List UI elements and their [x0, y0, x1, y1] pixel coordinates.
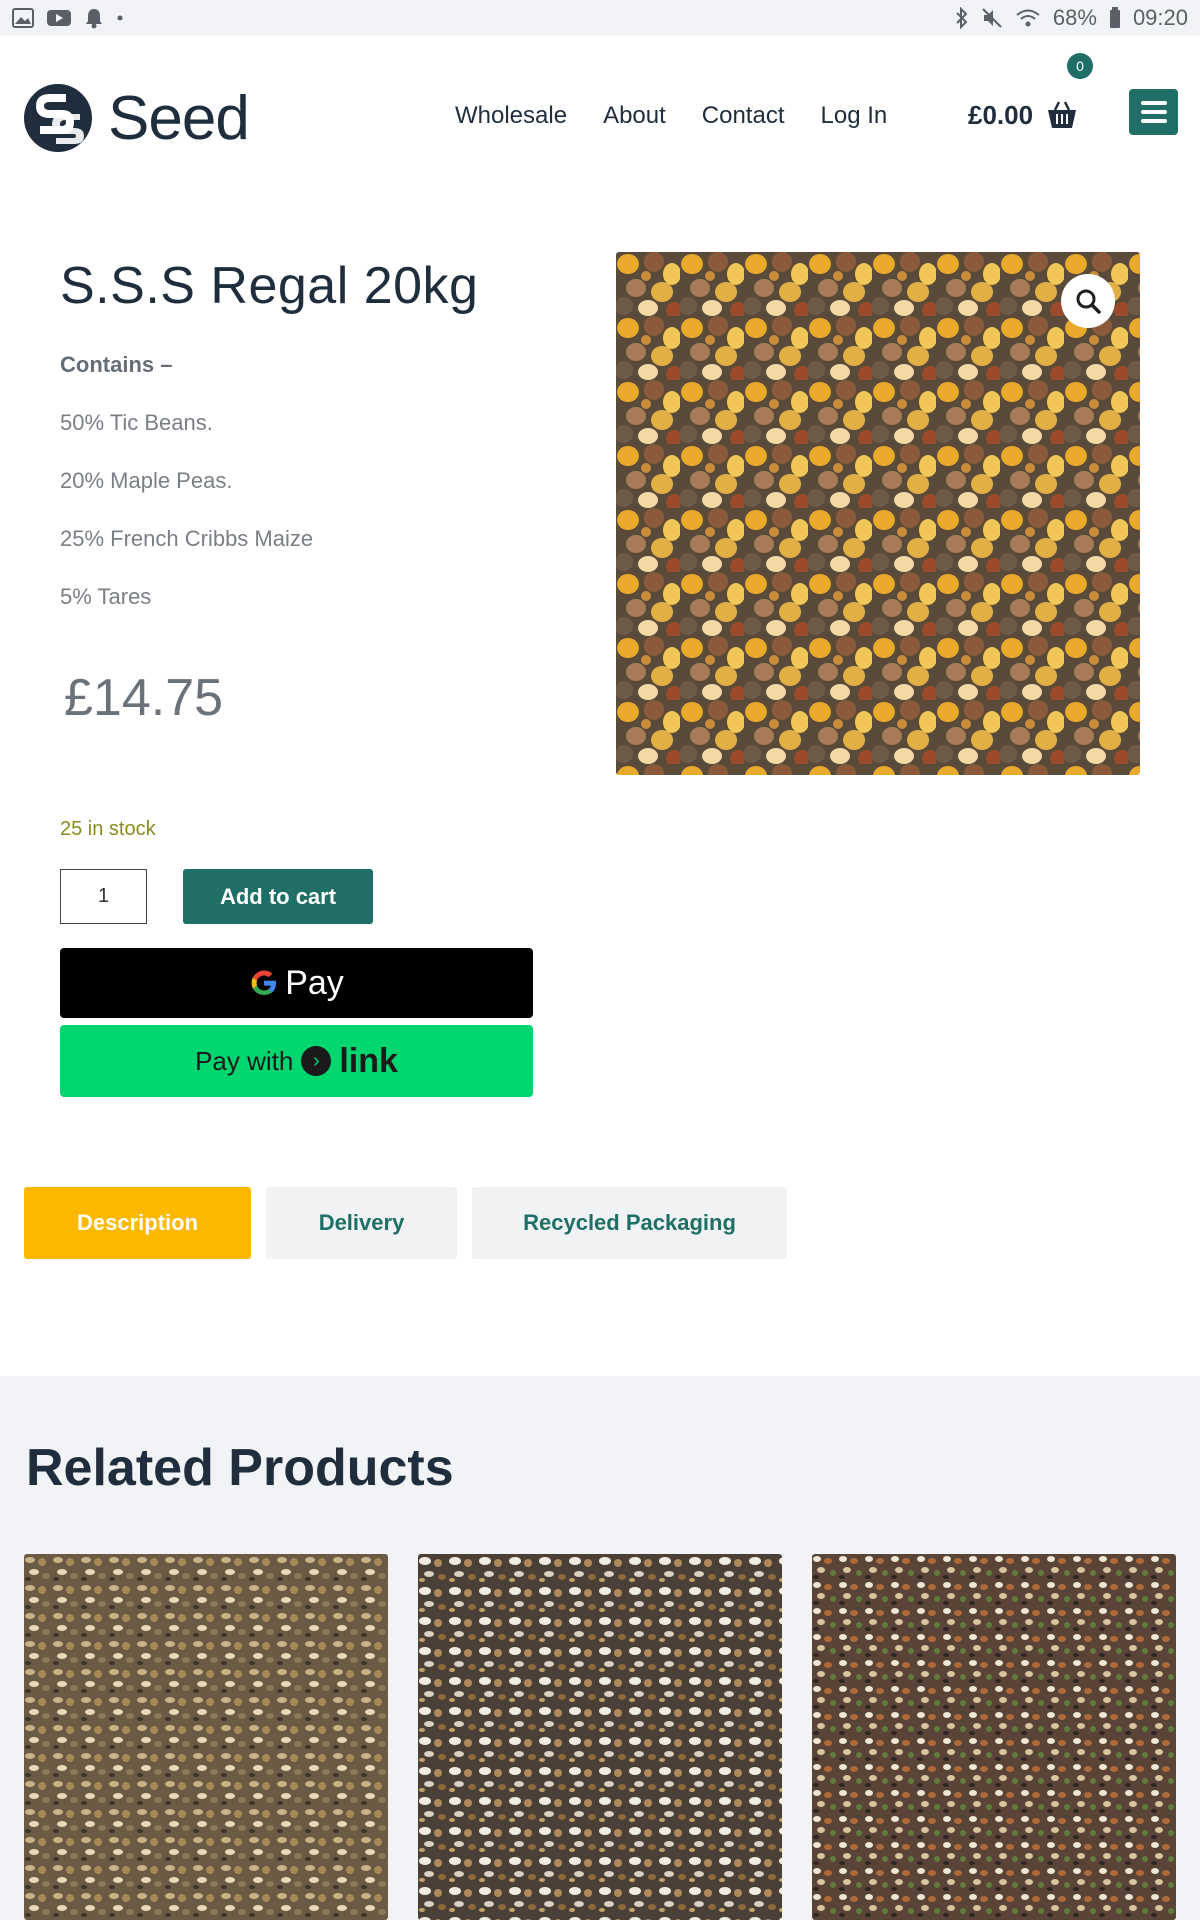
battery-icon [1109, 7, 1121, 29]
related-product-image[interactable] [418, 1554, 782, 1920]
link-arrow-icon: › [301, 1046, 332, 1076]
menu-line-icon [1140, 119, 1167, 123]
ingredient-item: 50% Tic Beans. [60, 410, 213, 435]
product-image[interactable] [616, 252, 1140, 775]
nav-contact[interactable]: Contact [702, 102, 785, 130]
related-product-image[interactable] [24, 1554, 388, 1920]
menu-line-icon [1140, 101, 1167, 105]
tab-description[interactable]: Description [24, 1187, 251, 1259]
link-brand-label: link [339, 1041, 398, 1080]
related-products-section: Related Products [0, 1376, 1200, 1920]
related-title: Related Products [26, 1438, 454, 1498]
google-pay-button[interactable]: Pay [60, 948, 533, 1018]
logo-text: Seed [108, 83, 250, 153]
related-title-bold: Products [228, 1439, 454, 1497]
image-icon [12, 8, 34, 28]
menu-line-icon [1140, 110, 1167, 114]
logo-mark-icon [24, 84, 92, 152]
gpay-label: Pay [285, 963, 344, 1002]
mute-icon [981, 7, 1003, 29]
dot-icon [116, 14, 124, 22]
link-prefix-label: Pay with [195, 1045, 294, 1076]
ingredient-item: 20% Maple Peas. [60, 468, 233, 493]
tab-delivery[interactable]: Delivery [266, 1187, 457, 1259]
stock-status: 25 in stock [60, 818, 156, 840]
product-title: S.S.S Regal 20kg [60, 257, 479, 315]
tab-recycled-packaging[interactable]: Recycled Packaging [472, 1187, 787, 1259]
youtube-icon [46, 8, 72, 28]
related-title-light: Related [26, 1439, 214, 1497]
clock: 09:20 [1132, 5, 1188, 30]
cart-count-badge: 0 [1067, 53, 1093, 79]
wifi-icon [1015, 8, 1041, 28]
contains-label: Contains – [60, 352, 173, 377]
hamburger-menu-button[interactable] [1129, 89, 1178, 135]
seed-mix-image [812, 1554, 1176, 1920]
seed-mix-image [418, 1554, 782, 1920]
battery-percent: 68% [1052, 5, 1097, 30]
nav-about[interactable]: About [603, 102, 666, 130]
magnifier-icon [1076, 289, 1101, 314]
quantity-input[interactable]: 1 [60, 869, 147, 924]
cart-total: £0.00 [968, 99, 1034, 130]
ingredient-item: 5% Tares [60, 584, 152, 609]
nav-login[interactable]: Log In [821, 102, 888, 130]
status-bar: 68% 09:20 [0, 0, 1200, 36]
seed-mix-image [616, 252, 1140, 775]
product-price: £14.75 [64, 669, 224, 727]
main-nav: Wholesale About Contact Log In [455, 102, 887, 130]
ingredient-item: 25% French Cribbs Maize [60, 526, 314, 551]
seed-mix-image [24, 1554, 388, 1920]
site-header: Seed Wholesale About Contact Log In £0.0… [0, 36, 1200, 206]
pay-with-link-button[interactable]: Pay with › link [60, 1025, 533, 1097]
basket-icon [1045, 98, 1079, 132]
mini-cart[interactable]: £0.00 [968, 98, 1079, 132]
nav-wholesale[interactable]: Wholesale [455, 102, 567, 130]
google-g-icon [251, 970, 277, 995]
notification-bell-icon [84, 7, 104, 29]
related-product-image[interactable] [812, 1554, 1176, 1920]
add-to-cart-button[interactable]: Add to cart [183, 869, 373, 924]
zoom-button[interactable] [1061, 274, 1115, 328]
site-logo[interactable]: Seed [22, 78, 250, 158]
bluetooth-icon [955, 7, 969, 29]
ingredients-list: 50% Tic Beans. 20% Maple Peas. 25% Frenc… [60, 410, 313, 642]
